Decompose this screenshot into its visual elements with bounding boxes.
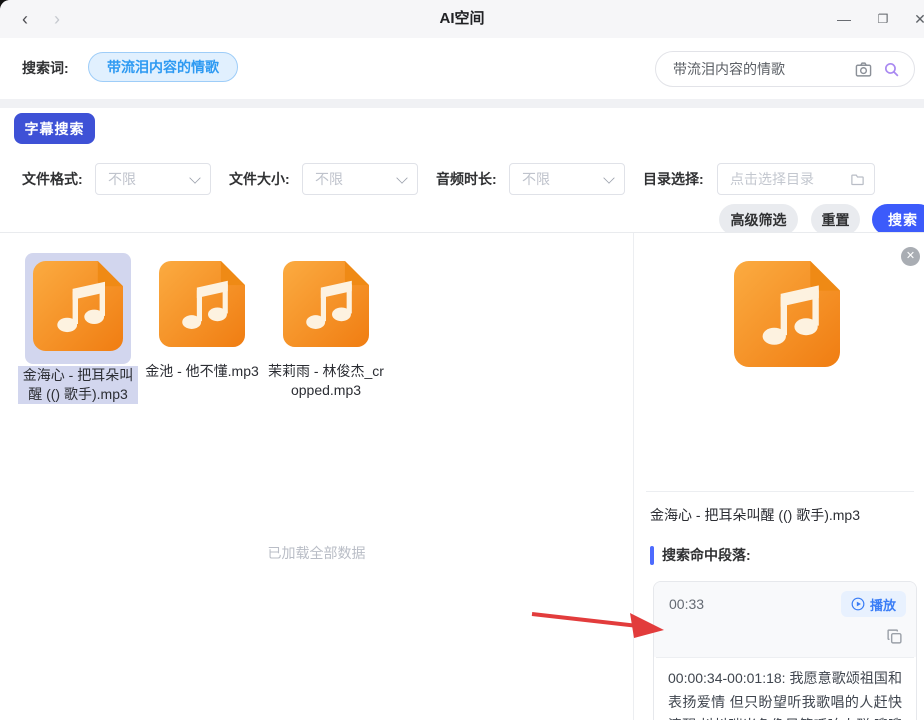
audio-file-icon: [25, 253, 131, 364]
search-input-field[interactable]: [673, 52, 843, 86]
app-window: ‹ › AI空间 — ❐ ✕ 搜索词: 带流泪内容的情歌 字幕搜索 文件格式: …: [0, 0, 924, 720]
window-title: AI空间: [439, 10, 485, 27]
hit-segment-card: 00:33 播放 00:00:34-00:01:18: 我愿意歌颂祖国和表扬爱情…: [653, 581, 917, 720]
close-button[interactable]: ✕: [908, 7, 924, 31]
directory-placeholder: 点击选择目录: [730, 171, 814, 187]
audio-duration-select[interactable]: 不限: [509, 163, 625, 195]
file-grid: 金海心 - 把耳朵叫醒 (() 歌手).mp3 金池 - 他不懂.mp3 茉莉雨…: [0, 233, 633, 720]
divider: [646, 491, 914, 492]
copy-icon[interactable]: [886, 628, 903, 645]
folder-icon: [851, 174, 864, 186]
accent-bar: [650, 546, 654, 565]
keyword-tag[interactable]: 带流泪内容的情歌: [88, 52, 238, 82]
chevron-down-icon: [189, 172, 201, 184]
play-icon: [851, 597, 865, 611]
file-name: 茉莉雨 - 林俊杰_cropped.mp3: [268, 363, 384, 398]
file-size-value: 不限: [315, 171, 343, 187]
chevron-down-icon: [396, 172, 408, 184]
chevron-down-icon: [603, 172, 615, 184]
load-status-text: 已加载全部数据: [267, 545, 366, 561]
directory-picker[interactable]: 点击选择目录: [717, 163, 875, 195]
audio-duration-label: 音频时长:: [436, 171, 497, 187]
file-format-select[interactable]: 不限: [95, 163, 211, 195]
title-bar: ‹ › AI空间 — ❐ ✕: [0, 0, 924, 38]
file-tile[interactable]: 茉莉雨 - 林俊杰_cropped.mp3: [266, 253, 386, 400]
maximize-button[interactable]: ❐: [871, 7, 895, 31]
file-name: 金海心 - 把耳朵叫醒 (() 歌手).mp3: [18, 366, 138, 404]
section-gap: [0, 99, 924, 108]
hit-section-title: 搜索命中段落:: [662, 547, 751, 563]
main-panel: 字幕搜索 文件格式: 不限 文件大小: 不限 音频时长: 不限 目录选择: 点击…: [0, 108, 924, 720]
file-size-label: 文件大小:: [229, 171, 290, 187]
audio-file-icon: [151, 253, 253, 360]
reset-button[interactable]: 重置: [811, 204, 860, 235]
file-tile[interactable]: 金海心 - 把耳朵叫醒 (() 歌手).mp3: [18, 253, 138, 404]
file-tile[interactable]: 金池 - 他不懂.mp3: [142, 253, 262, 381]
keyword-label: 搜索词:: [22, 60, 69, 76]
file-format-value: 不限: [108, 171, 136, 187]
play-button[interactable]: 播放: [840, 591, 906, 617]
search-button[interactable]: 搜索: [872, 204, 924, 235]
directory-label: 目录选择:: [643, 171, 704, 187]
file-size-select[interactable]: 不限: [302, 163, 418, 195]
search-header: 搜索词: 带流泪内容的情歌: [0, 38, 924, 99]
panel-close-icon[interactable]: ✕: [901, 247, 920, 266]
minimize-button[interactable]: —: [832, 7, 856, 31]
file-format-label: 文件格式:: [22, 171, 83, 187]
hit-section-header: 搜索命中段落:: [650, 545, 751, 565]
detail-panel: ✕ 金海心 - 把耳朵叫醒 (() 歌手).mp3 搜索命中段落: 00:33: [633, 233, 924, 720]
file-name: 金池 - 他不懂.mp3: [145, 363, 259, 379]
search-input[interactable]: [655, 51, 915, 87]
hit-timestamp: 00:33: [669, 596, 705, 612]
audio-file-icon-large: [734, 261, 840, 372]
camera-icon[interactable]: [855, 61, 872, 78]
audio-file-icon: [275, 253, 377, 360]
advanced-filter-button[interactable]: 高级筛选: [719, 204, 798, 235]
audio-duration-value: 不限: [522, 171, 550, 187]
hit-transcript: 00:00:34-00:01:18: 我愿意歌颂祖国和表扬爱情 但只盼望听我歌唱…: [668, 670, 902, 720]
detail-filename: 金海心 - 把耳朵叫醒 (() 歌手).mp3: [650, 507, 860, 523]
hit-card-header: 00:33 播放: [654, 582, 916, 657]
play-label: 播放: [869, 597, 896, 613]
search-icon[interactable]: [883, 61, 900, 78]
subtitle-search-tab[interactable]: 字幕搜索: [14, 113, 95, 144]
